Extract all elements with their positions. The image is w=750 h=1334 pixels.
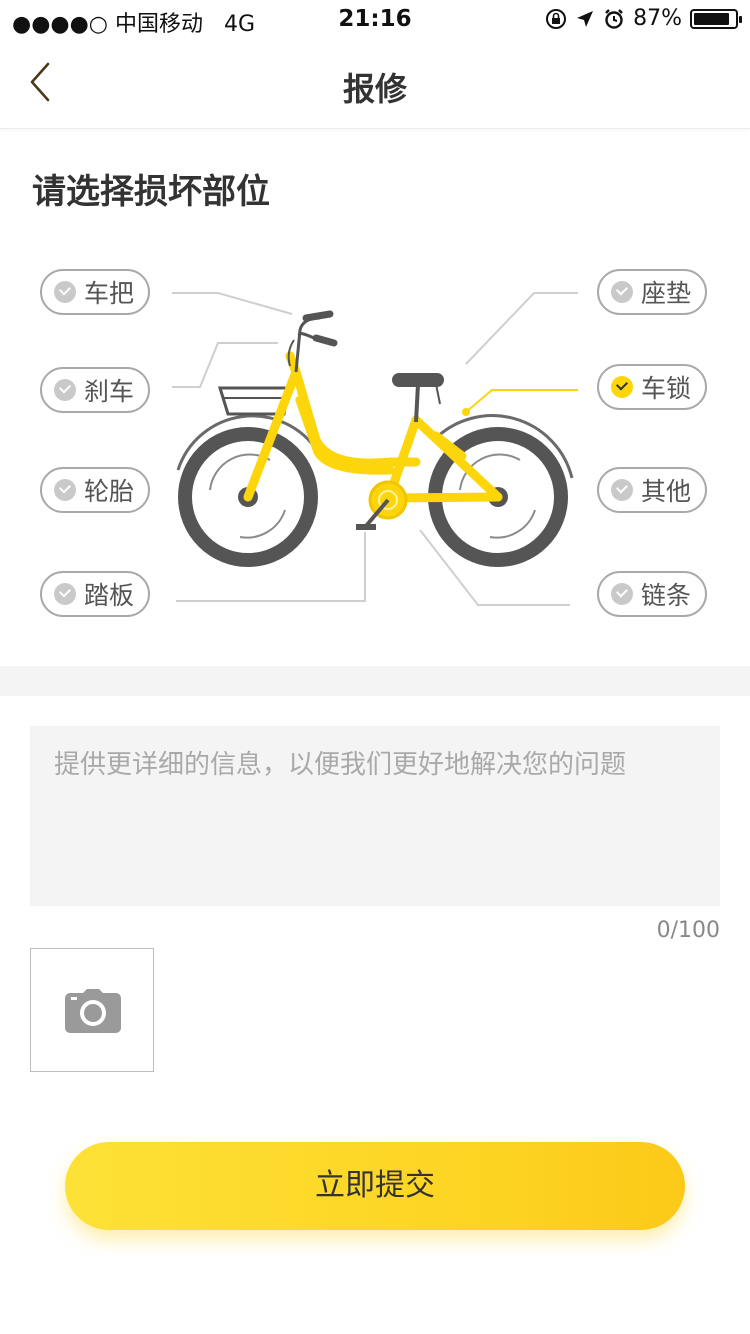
part-label: 其他 (641, 477, 692, 506)
navigation-bar: 报修 (0, 40, 750, 129)
part-button-tire[interactable]: 轮胎 (40, 467, 150, 513)
battery-icon (690, 8, 742, 29)
orientation-lock-icon (546, 8, 567, 29)
part-button-brake[interactable]: 刹车 (40, 367, 150, 413)
part-label: 链条 (641, 581, 692, 610)
check-icon (611, 376, 633, 398)
damage-part-selector: 车把 刹车 轮胎 踏板 座垫 车锁 其他 链条 (0, 240, 750, 640)
part-label: 座垫 (641, 279, 692, 308)
part-label: 车把 (84, 279, 135, 308)
part-button-seat[interactable]: 座垫 (597, 269, 707, 315)
part-button-lock[interactable]: 车锁 (597, 364, 707, 410)
part-button-chain[interactable]: 链条 (597, 571, 707, 617)
status-bar: ●●●●○ 中国移动 4G 21:16 87% (0, 0, 750, 40)
add-photo-button[interactable] (30, 948, 154, 1072)
location-arrow-icon (577, 10, 594, 27)
part-button-handlebar[interactable]: 车把 (40, 269, 150, 315)
part-label: 刹车 (84, 377, 135, 406)
description-input[interactable]: 提供更详细的信息，以便我们更好地解决您的问题 (30, 726, 720, 906)
check-icon (54, 379, 76, 401)
check-icon (54, 281, 76, 303)
part-button-pedal[interactable]: 踏板 (40, 571, 150, 617)
check-icon (611, 281, 633, 303)
battery-percent: 87% (633, 6, 682, 31)
character-counter: 0/100 (656, 918, 720, 943)
camera-icon (65, 989, 121, 1033)
alarm-icon (605, 8, 623, 29)
check-icon (611, 479, 633, 501)
page-title: 报修 (342, 70, 407, 108)
part-label: 车锁 (641, 374, 692, 403)
section-divider (0, 666, 750, 696)
part-label: 踏板 (84, 581, 135, 610)
submit-button[interactable]: 立即提交 (65, 1142, 685, 1230)
section-title: 请选择损坏部位 (32, 172, 270, 212)
part-label: 轮胎 (84, 477, 135, 506)
part-button-other[interactable]: 其他 (597, 467, 707, 513)
description-placeholder: 提供更详细的信息，以便我们更好地解决您的问题 (54, 750, 627, 780)
check-icon (54, 479, 76, 501)
battery-fill (694, 12, 729, 25)
check-icon (54, 583, 76, 605)
check-icon (611, 583, 633, 605)
